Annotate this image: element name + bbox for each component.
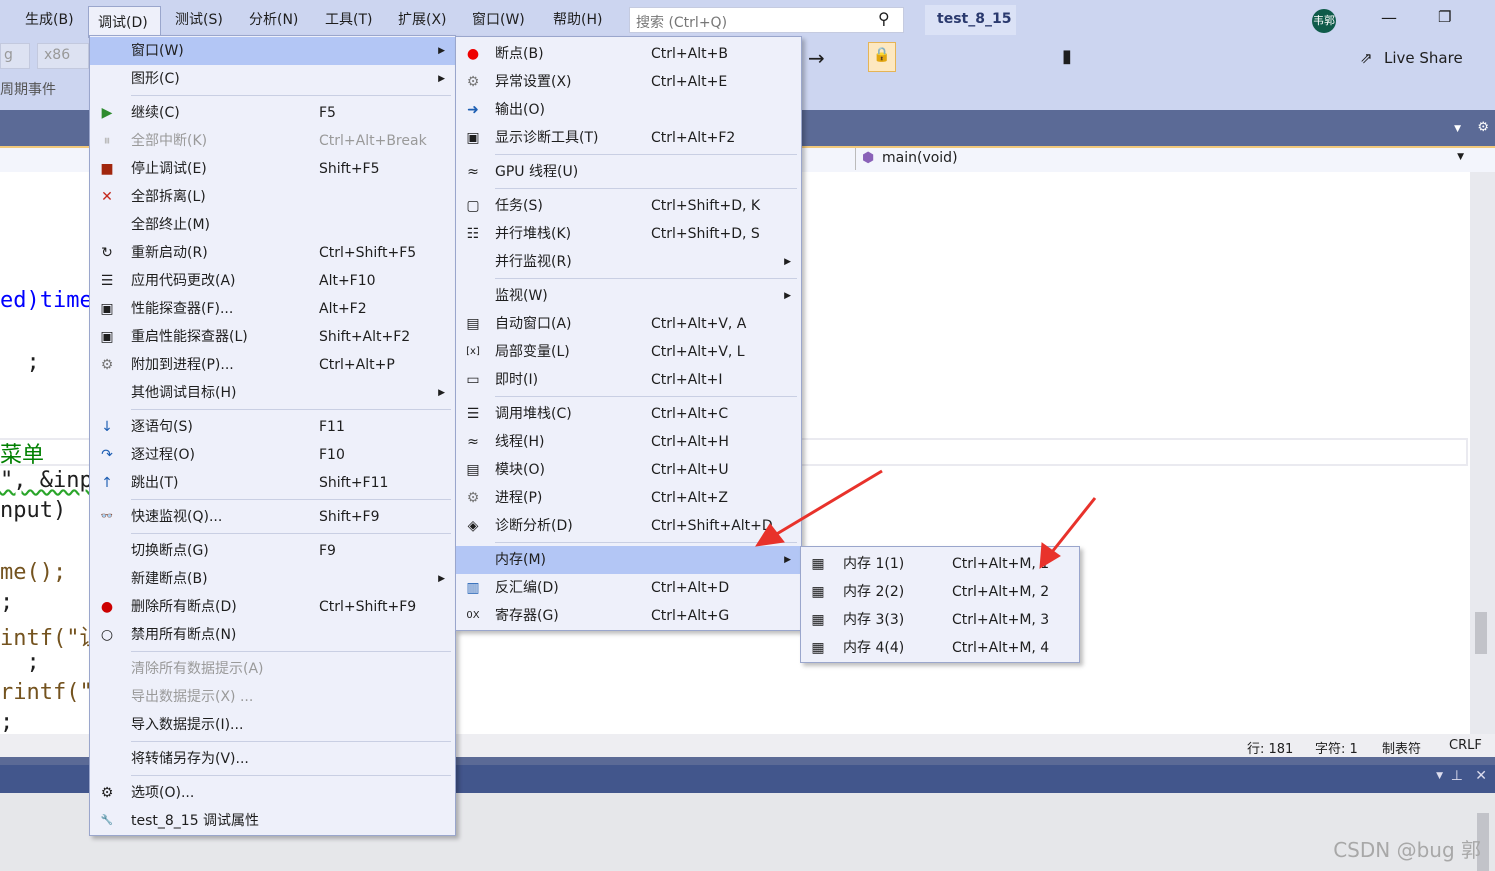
annotation-arrow — [1050, 497, 1097, 553]
annotation-arrowhead — [754, 523, 785, 547]
annotation-arrows — [754, 469, 1097, 569]
annotation-arrow — [774, 469, 883, 537]
